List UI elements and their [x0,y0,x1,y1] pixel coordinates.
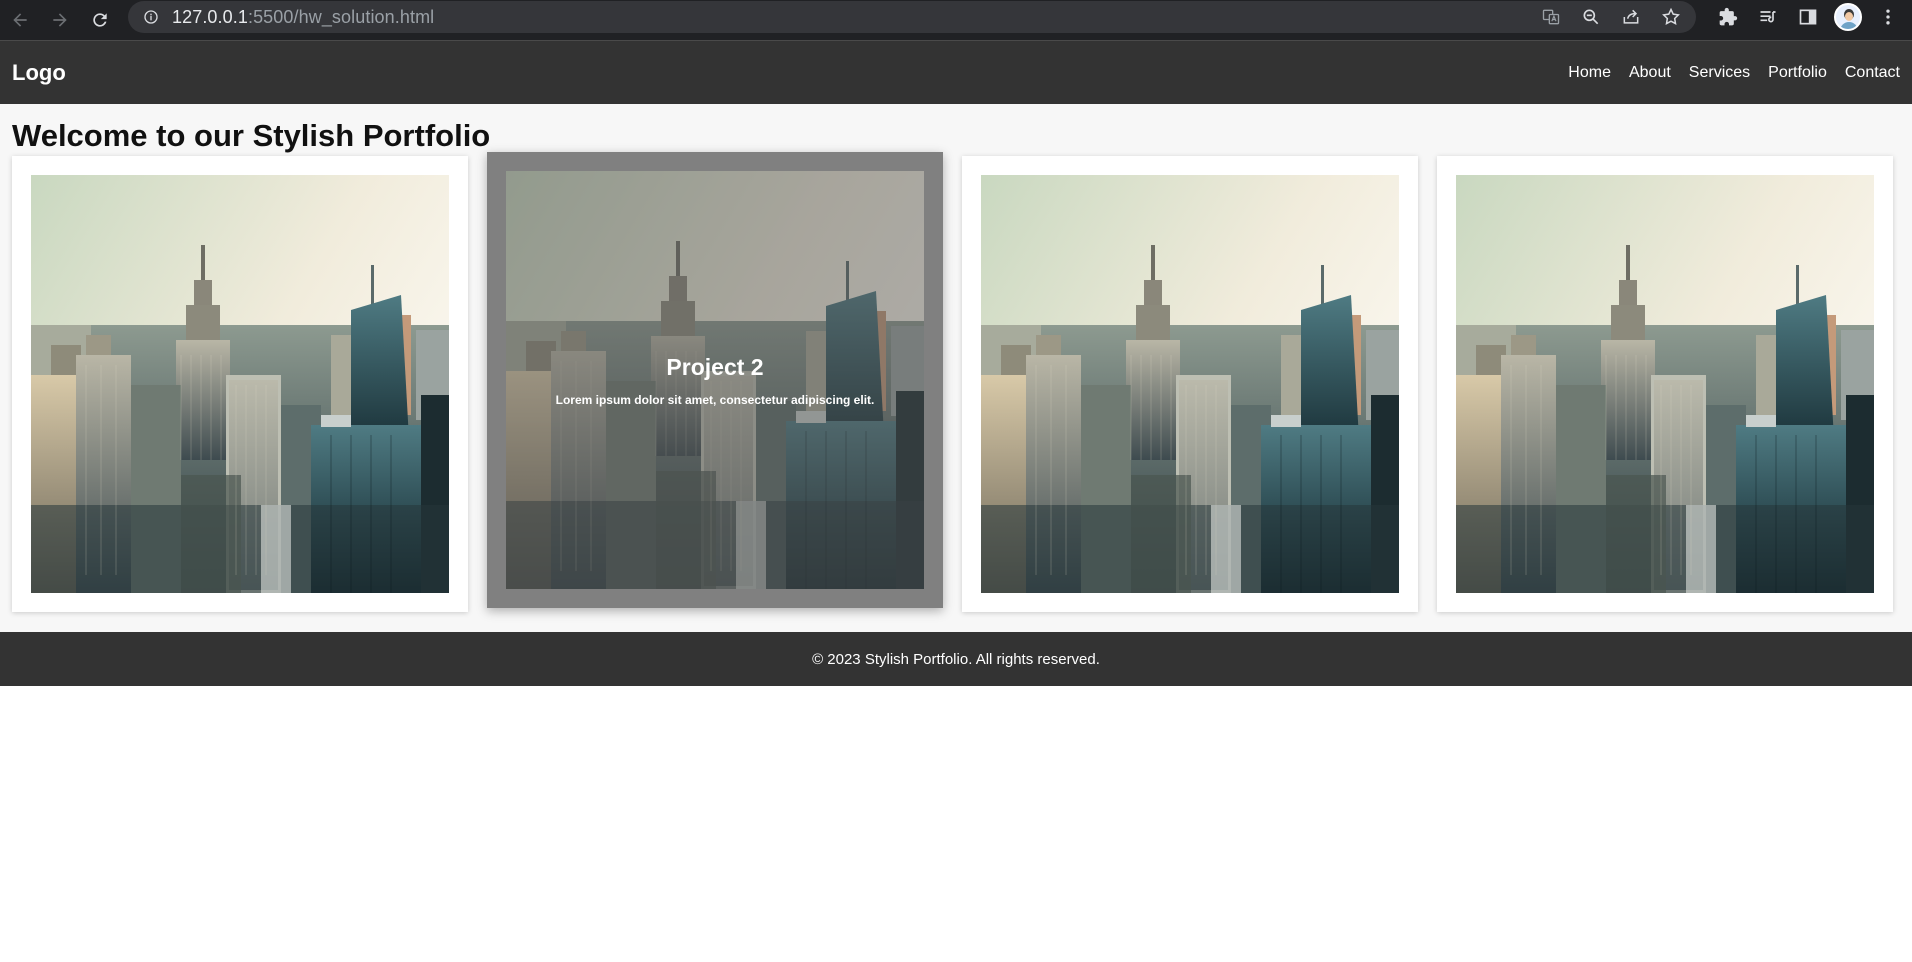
project-2-title: Project 2 [666,353,764,380]
nav-portfolio[interactable]: Portfolio [1768,64,1827,82]
project-2-description: Lorem ipsum dolor sit amet, consectetur … [555,392,875,407]
reading-list-icon[interactable] [1752,1,1784,33]
footer-copyright: © 2023 Stylish Portfolio. All rights res… [812,650,1100,668]
nav-contact[interactable]: Contact [1845,64,1900,82]
nav-about[interactable]: About [1629,64,1671,82]
site-info-icon[interactable] [142,8,160,26]
share-icon[interactable] [1618,4,1644,30]
zoom-out-icon[interactable] [1578,4,1604,30]
portfolio-card-4[interactable] [1437,156,1893,612]
project-2-overlay: Project 2 Lorem ipsum dolor sit amet, co… [506,171,924,589]
nav-services[interactable]: Services [1689,64,1750,82]
project-4-image [1456,175,1874,593]
back-icon[interactable] [2,2,38,38]
main-content: Welcome to our Stylish Portfolio Project… [0,104,1912,632]
url-text[interactable]: 127.0.0.1:5500/hw_solution.html [172,7,434,28]
portfolio-card-3[interactable] [962,156,1418,612]
site-logo[interactable]: Logo [12,60,66,86]
forward-icon[interactable] [42,2,78,38]
url-host: 127.0.0.1 [172,6,248,27]
project-1-image [31,175,449,593]
project-2-image: Project 2 Lorem ipsum dolor sit amet, co… [506,171,924,589]
site-footer: © 2023 Stylish Portfolio. All rights res… [0,632,1912,686]
page-title: Welcome to our Stylish Portfolio [12,118,491,153]
site-nav: Home About Services Portfolio Contact [1568,64,1900,82]
project-3-image [981,175,1399,593]
nav-home[interactable]: Home [1568,64,1611,82]
address-bar[interactable]: 127.0.0.1:5500/hw_solution.html [128,1,1696,33]
profile-avatar[interactable] [1832,1,1864,33]
translate-icon[interactable] [1538,4,1564,30]
portfolio-card-1[interactable] [12,156,468,612]
menu-kebab-icon[interactable] [1872,1,1904,33]
side-panel-icon[interactable] [1792,1,1824,33]
site-header: Logo Home About Services Portfolio Conta… [0,40,1912,104]
extensions-icon[interactable] [1712,1,1744,33]
reload-icon[interactable] [82,2,118,38]
browser-toolbar: 127.0.0.1:5500/hw_solution.html [0,0,1912,40]
url-path: :5500/hw_solution.html [247,6,435,27]
bookmark-star-icon[interactable] [1658,4,1684,30]
portfolio-card-2[interactable]: Project 2 Lorem ipsum dolor sit amet, co… [487,152,943,608]
